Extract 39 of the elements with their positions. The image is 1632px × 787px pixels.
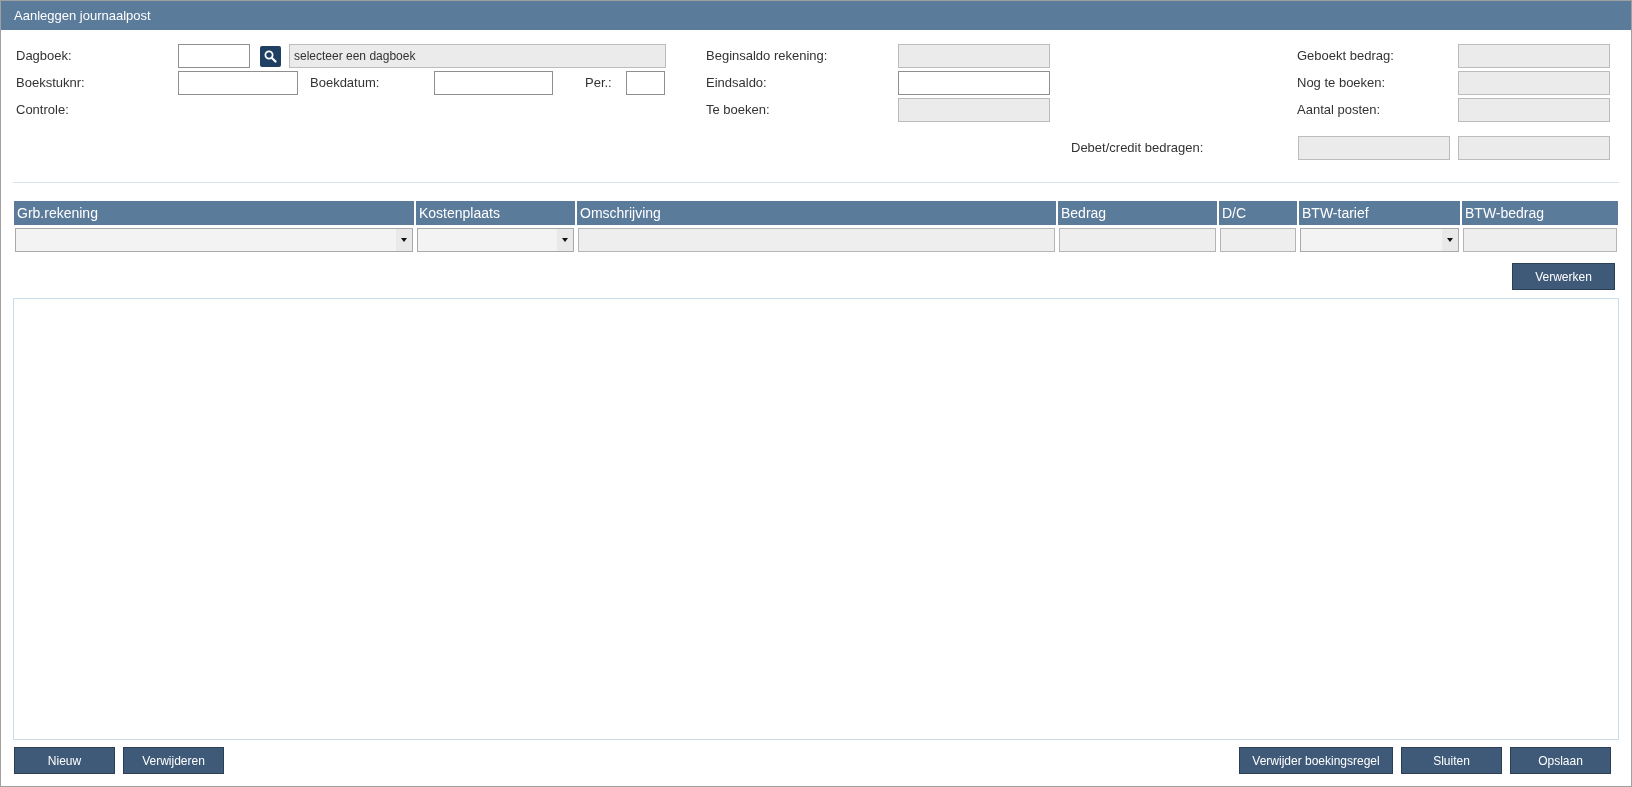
caret-icon xyxy=(401,238,407,242)
field-label: Per.: xyxy=(585,74,613,93)
dropdown[interactable] xyxy=(417,228,574,252)
search-button[interactable] xyxy=(260,45,281,67)
input-field[interactable] xyxy=(178,71,298,95)
column-header: Bedrag xyxy=(1058,201,1217,225)
dropdown[interactable] xyxy=(1300,228,1459,252)
action-button[interactable]: Nieuw xyxy=(14,747,115,774)
field-label: Debet/credit bedragen: xyxy=(1071,139,1205,158)
input-field[interactable] xyxy=(434,71,553,95)
field-label: Te boeken: xyxy=(706,101,771,120)
field-label: Boekdatum: xyxy=(310,74,381,93)
window-title: Aanleggen journaalpost xyxy=(14,6,151,25)
dropdown[interactable] xyxy=(15,228,413,252)
action-button[interactable]: Opslaan xyxy=(1510,747,1611,774)
caret-icon xyxy=(1447,238,1453,242)
field-label: Eindsaldo: xyxy=(706,74,768,93)
caret-icon xyxy=(562,238,568,242)
field-label: Beginsaldo rekening: xyxy=(706,47,829,66)
column-header: Grb.rekening xyxy=(14,201,414,225)
input-field[interactable] xyxy=(626,71,665,95)
action-button[interactable]: Verwijder boekingsregel xyxy=(1239,747,1393,774)
field-label: Nog te boeken: xyxy=(1297,74,1387,93)
action-button[interactable]: Sluiten xyxy=(1401,747,1502,774)
field-label: Boekstuknr: xyxy=(16,74,86,93)
field-label: Geboekt bedrag: xyxy=(1297,47,1395,66)
action-button[interactable]: Verwerken xyxy=(1512,263,1615,290)
input-field[interactable] xyxy=(898,71,1050,95)
field-label: Controle: xyxy=(16,101,69,120)
column-header: Omschrijving xyxy=(577,201,1056,225)
column-header: BTW-tarief xyxy=(1299,201,1460,225)
field-label: Aantal posten: xyxy=(1297,101,1382,120)
field-label: Dagboek: xyxy=(16,47,73,66)
column-header: BTW-bedrag xyxy=(1462,201,1618,225)
column-header: D/C xyxy=(1219,201,1297,225)
input-field[interactable] xyxy=(178,44,250,68)
column-header: Kostenplaats xyxy=(416,201,575,225)
search-icon xyxy=(264,49,277,63)
action-button[interactable]: Verwijderen xyxy=(123,747,224,774)
